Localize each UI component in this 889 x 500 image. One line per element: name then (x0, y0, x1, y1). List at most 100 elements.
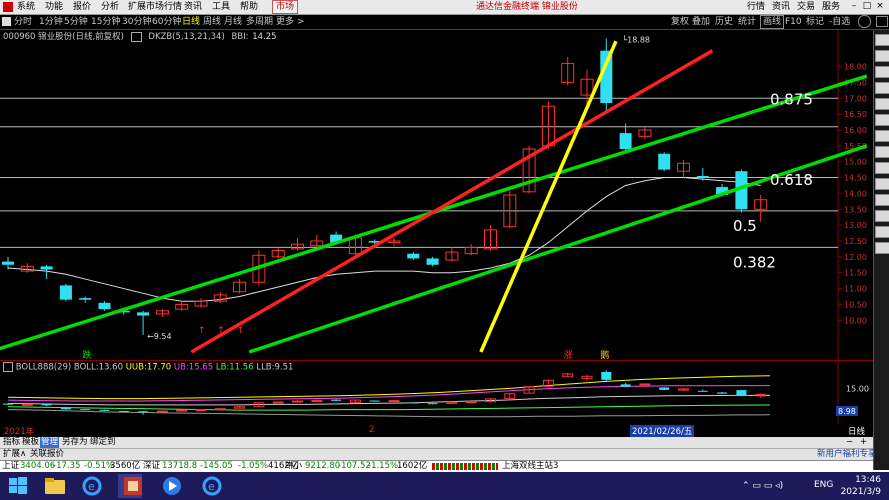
tab-zoom-in[interactable]: + (860, 437, 867, 448)
x-axis-period-label: 日线 (848, 427, 866, 437)
period-tab-timeshare[interactable]: 分时 (14, 16, 32, 28)
sidebar-indicator-cr-icon[interactable] (875, 130, 889, 142)
close-icon[interactable]: × (874, 1, 886, 12)
period-tab-15min[interactable]: 15分钟 (91, 16, 120, 28)
tdx-app-icon[interactable] (118, 474, 142, 498)
menu-right-trade[interactable]: 交易 (797, 1, 815, 13)
menu-item-analysis[interactable]: 分析 (101, 1, 119, 13)
period-tab-30min[interactable]: 30分钟 (122, 16, 151, 28)
maximize-icon[interactable]: □ (861, 1, 873, 12)
period-tab-5min[interactable]: 5分钟 (64, 16, 88, 28)
boll-candle-up (388, 400, 400, 403)
tab-bind-to[interactable]: 绑定到 (90, 437, 116, 448)
sidebar-indicator-rsi-icon[interactable] (875, 82, 889, 94)
period-tab-1min[interactable]: 1分钟 (39, 16, 63, 28)
ticker-zx-label[interactable]: 中小 (285, 461, 302, 472)
menu-right-service[interactable]: 服务 (822, 1, 840, 13)
search-icon[interactable] (858, 15, 871, 28)
menu-item-system[interactable]: 系统 (17, 1, 35, 13)
menu-item-market[interactable]: 市场 (272, 0, 299, 14)
menu-right-quote[interactable]: 行情 (747, 1, 765, 13)
y-tick-label: 13.00 (844, 221, 867, 230)
period-tab-60min[interactable]: 60分钟 (152, 16, 181, 28)
menu-item-tools[interactable]: 工具 (212, 1, 230, 13)
menu-item-extended-market[interactable]: 扩展市场行情 (128, 1, 182, 13)
sidebar-indicator-expma-icon[interactable] (875, 178, 889, 190)
tool-draw[interactable]: 画线 (760, 15, 785, 29)
internet-explorer-icon-2[interactable]: e (200, 474, 224, 498)
sidebar-indicator-vr-icon[interactable] (875, 114, 889, 126)
menu-right-news[interactable]: 资讯 (772, 1, 790, 13)
tool-history[interactable]: 历史 (715, 16, 733, 28)
server-name[interactable]: 上海双线主站3 (502, 461, 558, 472)
boll-candle-down (331, 399, 342, 401)
extension-toggle[interactable]: 扩展∧ (3, 449, 26, 460)
tool-f10[interactable]: F10 (785, 16, 802, 28)
svg-text:e: e (88, 480, 95, 493)
sidebar-indicator-asi-icon[interactable] (875, 194, 889, 206)
y-tick-label: 15.00 (844, 158, 867, 167)
sidebar-indicator-macd-icon[interactable] (875, 50, 889, 62)
menu-item-quote[interactable]: 报价 (73, 1, 91, 13)
sidebar-indicator-dmi-icon[interactable] (875, 98, 889, 110)
y-tick-label: 18.00 (844, 63, 867, 72)
tab-template[interactable]: 模板 (22, 437, 39, 448)
trendline (190, 49, 714, 354)
tool-mark[interactable]: 标记 (806, 16, 824, 28)
tab-indicator[interactable]: 指标 (3, 437, 20, 448)
tab-zoom-out[interactable]: − (846, 437, 853, 448)
sidebar-indicator-boll-icon[interactable] (875, 66, 889, 78)
file-explorer-icon[interactable] (43, 474, 67, 498)
minimize-icon[interactable]: – (848, 1, 860, 12)
ticker-sz-label[interactable]: 深证 (143, 461, 160, 472)
tool-overlay[interactable]: 叠加 (692, 16, 710, 28)
period-tab-weekly[interactable]: 周线 (203, 16, 221, 28)
ticker-zx-change: -107.52 (338, 461, 371, 471)
period-tab-monthly[interactable]: 月线 (224, 16, 242, 28)
sidebar-indicator-cci-icon[interactable] (875, 242, 889, 254)
index-ticker: 上证 3404.06 -17.35 -0.51% 3560亿 深证 13718.… (0, 460, 889, 472)
ticker-sz-pct: -1.05% (238, 461, 269, 471)
taskbar-clock[interactable]: 13:46 2021/3/9 (841, 474, 881, 498)
related-quote-tab[interactable]: 关联报价 (30, 449, 64, 460)
candle-body-down (619, 133, 632, 150)
tool-statistics[interactable]: 统计 (738, 16, 756, 28)
tool-watchlist[interactable]: -自选 (829, 16, 850, 28)
toolbar-grid-icon[interactable] (2, 17, 11, 26)
tab-manage[interactable]: 管理 (40, 437, 60, 448)
candlestick-chart[interactable]: 18.0017.5017.0016.5016.0015.5015.0014.50… (0, 30, 873, 360)
menu-item-help[interactable]: 帮助 (240, 1, 258, 13)
menu-item-news[interactable]: 资讯 (184, 1, 202, 13)
boll-band-line (7, 409, 771, 418)
menu-item-function[interactable]: 功能 (45, 1, 63, 13)
system-tray-icons[interactable]: ⌃ ▭ ▭ ◃) (742, 481, 783, 491)
boll-candle-up (292, 400, 303, 403)
sidebar-indicator-kdj-icon[interactable] (875, 34, 889, 46)
windows-taskbar: e e ⌃ ▭ ▭ ◃) ENG 13:46 2021/3/9 (0, 472, 889, 500)
sidebar-indicator-trix-icon[interactable] (875, 210, 889, 222)
input-language[interactable]: ENG (814, 480, 833, 490)
new-user-promo-link[interactable]: 新用户福利专享 (817, 449, 877, 460)
tab-save-as[interactable]: 另存为 (62, 437, 88, 448)
ticker-zx-vol: 1602亿 (397, 461, 428, 471)
sidebar-indicator-wr-icon[interactable] (875, 162, 889, 174)
ticker-zx-pct: -1.15% (368, 461, 399, 471)
indicator-sidebar (873, 30, 889, 470)
ticker-sh-label[interactable]: 上证 (2, 461, 19, 472)
media-player-icon[interactable] (160, 474, 184, 498)
windows-start-icon[interactable] (6, 474, 30, 498)
x-axis-month: 2 (369, 425, 375, 435)
sidebar-indicator-obv-icon[interactable] (875, 146, 889, 158)
layout-icon[interactable] (876, 16, 888, 27)
market-breadth-bar (432, 463, 498, 470)
period-tab-daily[interactable]: 日线 (182, 16, 200, 28)
y-tick-label: 16.00 (844, 126, 867, 135)
fib-level-label: 0.5 (733, 217, 757, 235)
boll-band-line (7, 404, 771, 411)
tool-adjust[interactable]: 复权 (671, 16, 689, 28)
sidebar-indicator-bias-icon[interactable] (875, 226, 889, 238)
internet-explorer-icon[interactable]: e (80, 474, 104, 498)
period-tab-more[interactable]: 更多 > (276, 16, 304, 28)
boll-chart[interactable]: 15.00 8.98 (0, 362, 873, 424)
period-tab-multi[interactable]: 多周期 (246, 16, 273, 28)
